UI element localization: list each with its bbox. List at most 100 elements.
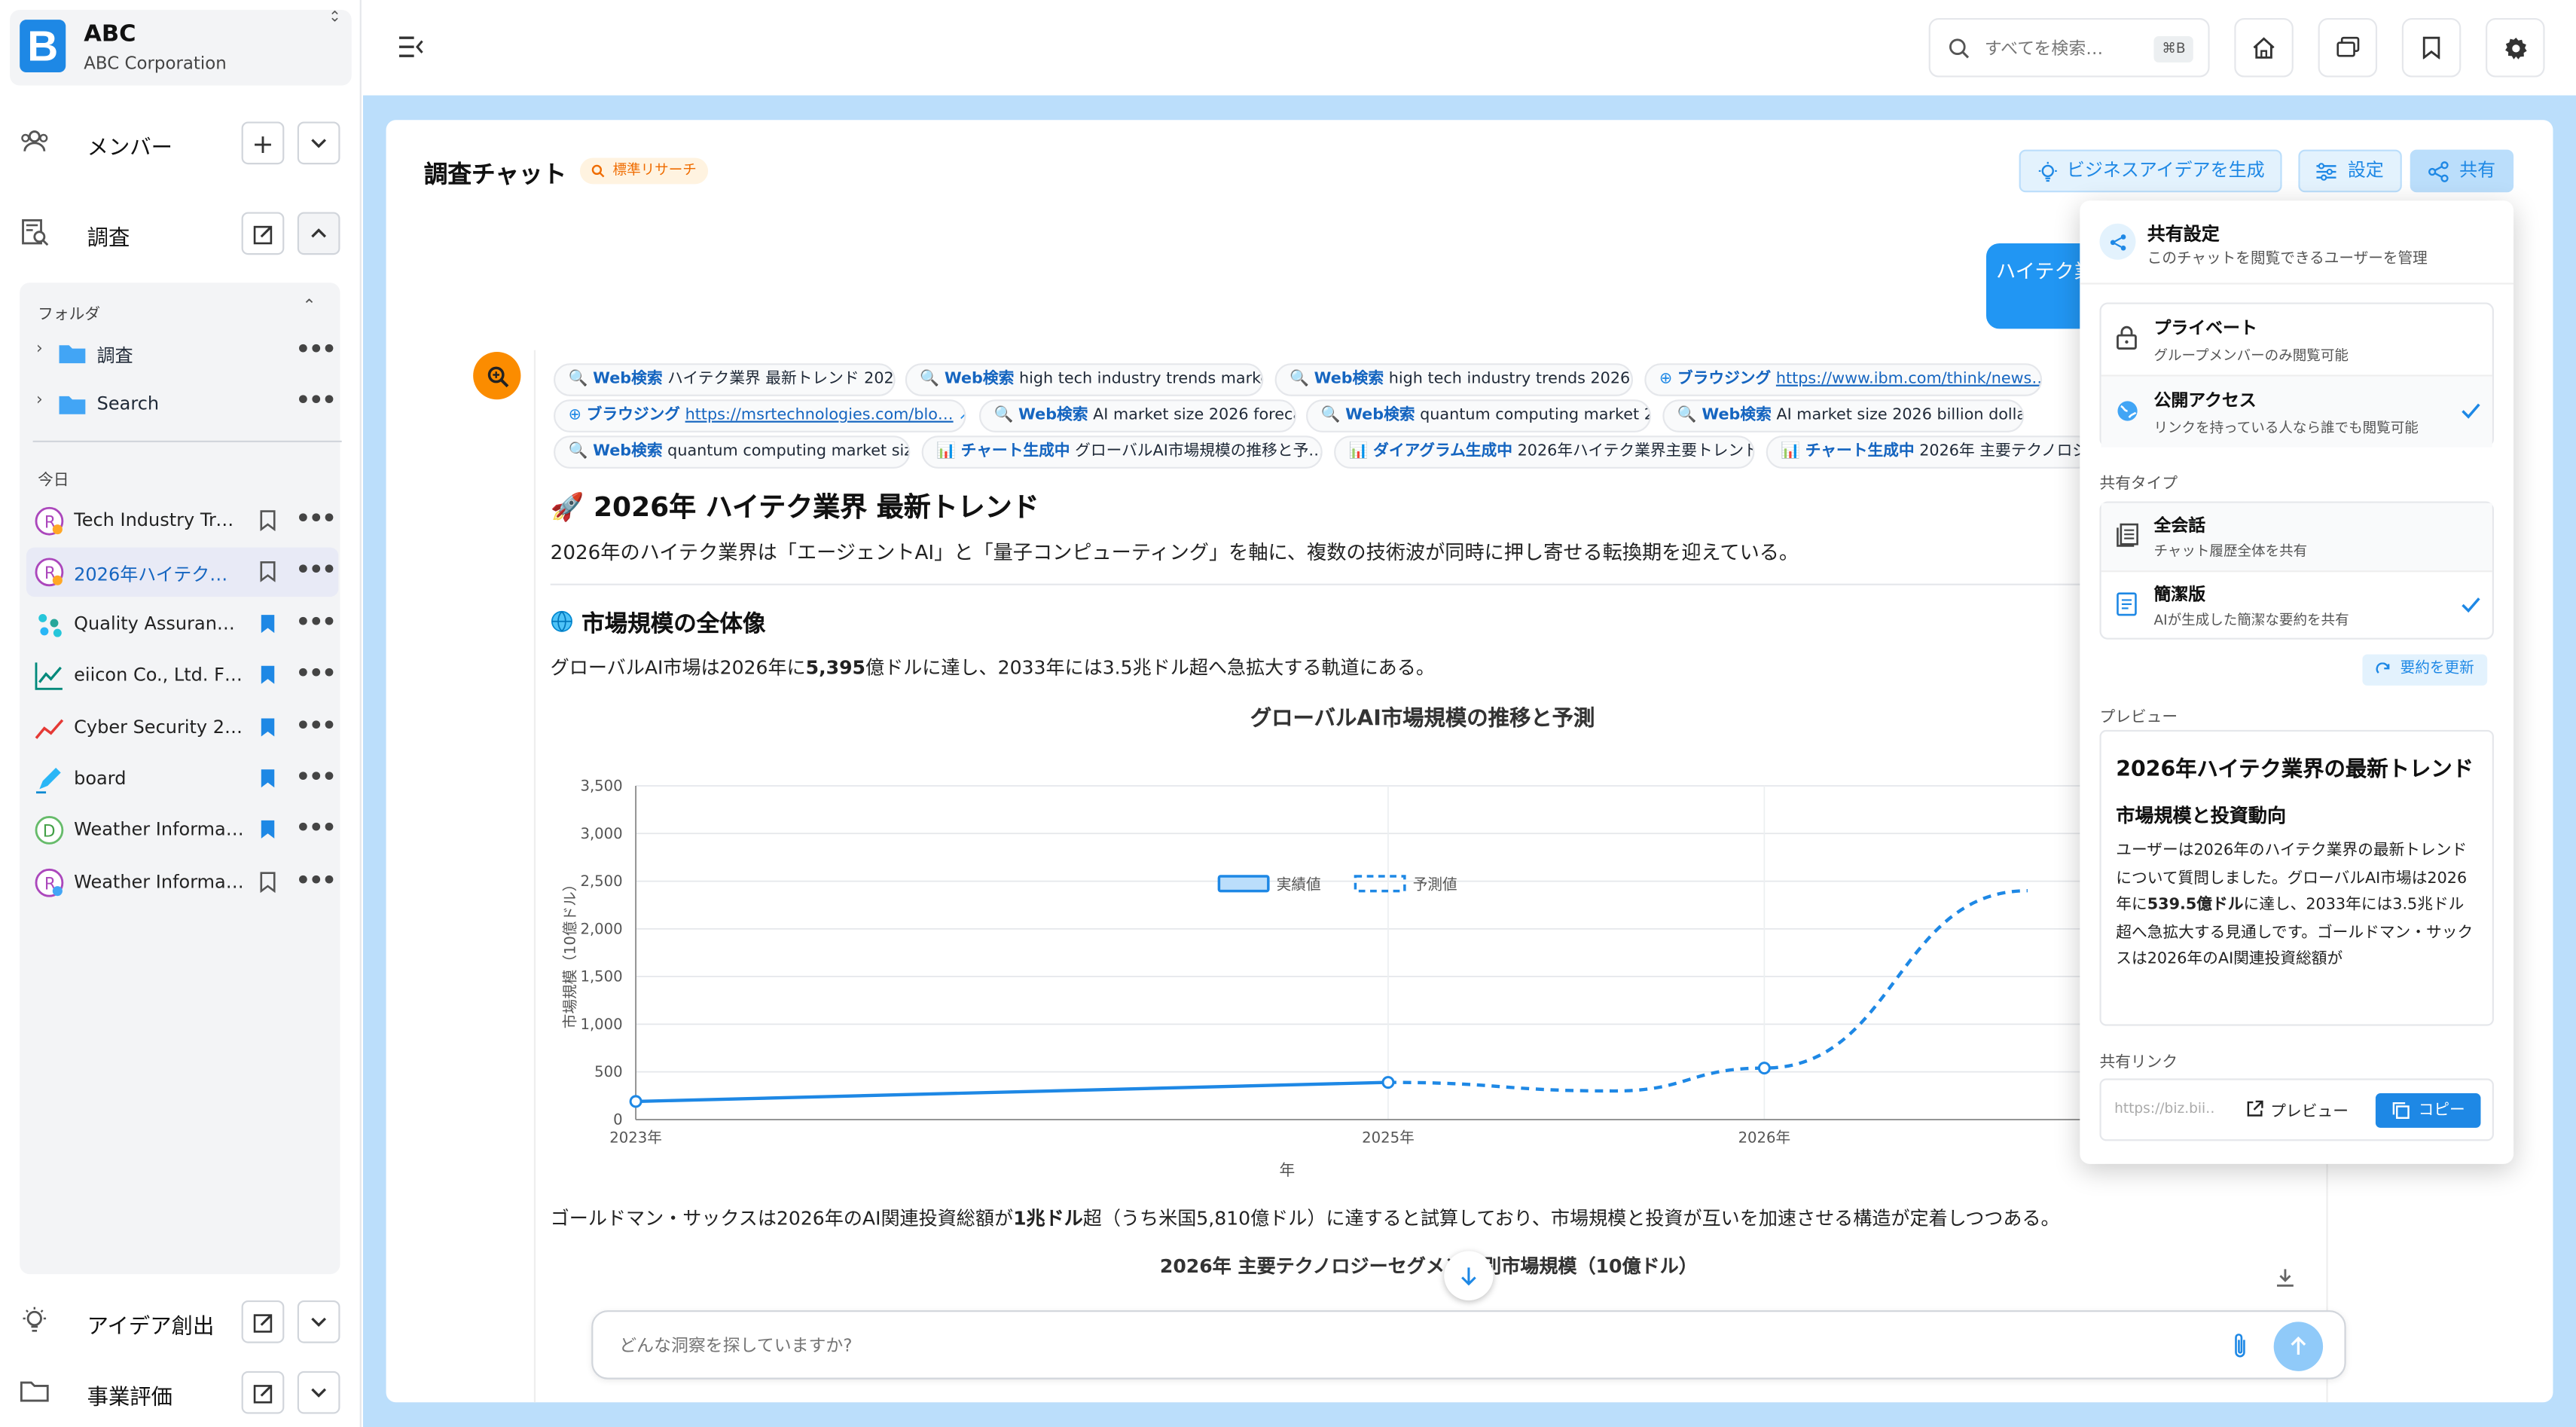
chart-chip[interactable]: 📊 チャート生成中 グローバルAI市場規模の推移と予…	[921, 435, 1323, 469]
toggle-sidebar-icon[interactable]	[398, 36, 424, 57]
tool-chip[interactable]: 🔍 Web検索 high tech industry trends market…	[905, 363, 1264, 396]
expand-ideas-button[interactable]	[297, 1300, 340, 1343]
sidebar-section-ideas[interactable]: アイデア創出	[0, 1289, 362, 1355]
history-item[interactable]: R Weather Informatio… •••	[26, 858, 338, 907]
chip-kind: Web検索	[1314, 369, 1384, 388]
mode-badge-label: 標準リサーチ	[612, 163, 697, 179]
chevron-right-icon: ›	[35, 391, 43, 410]
chip-kind: Web検索	[593, 442, 663, 460]
check-icon	[2462, 597, 2480, 613]
sidebar-section-research[interactable]: 調査	[0, 200, 362, 266]
download-icon[interactable]	[2275, 1267, 2295, 1287]
update-summary-button[interactable]: 要約を更新	[2362, 654, 2488, 686]
share-link-value[interactable]: https://biz.bii…	[2114, 1102, 2216, 1118]
add-member-button[interactable]: +	[241, 121, 285, 165]
new-idea-button[interactable]	[241, 1300, 285, 1343]
history-item[interactable]: R Tech Industry Trend… •••	[26, 497, 338, 545]
more-icon[interactable]: •••	[296, 868, 337, 894]
history-item[interactable]: board •••	[26, 755, 338, 804]
history-item[interactable]: eiicon Co., Ltd. FY2… •••	[26, 651, 338, 700]
folder-item[interactable]: › Search •••	[20, 383, 340, 426]
chip-link[interactable]: https://www.ibm.com/think/news…	[1776, 370, 2040, 388]
expand-members-button[interactable]	[297, 121, 340, 165]
global-search[interactable]: すべてを検索… ⌘B	[1928, 18, 2210, 78]
y-tick-label: 2,000	[580, 920, 622, 937]
history-name: board	[74, 768, 127, 790]
settings-button[interactable]	[2486, 18, 2545, 78]
history-item[interactable]: Quality Assurance … •••	[26, 600, 338, 649]
tool-chip[interactable]: 🔍 Web検索 quantum computing market size…	[554, 435, 911, 469]
chat-settings-button[interactable]: 設定	[2298, 149, 2402, 193]
share-button[interactable]: 共有	[2410, 149, 2514, 193]
send-button[interactable]	[2273, 1322, 2324, 1371]
tool-chip[interactable]: 🔍 Web検索 ハイテク業界 最新トレンド 2026	[554, 363, 896, 396]
collapse-org-icon[interactable]: ⌃ ⌄	[328, 10, 340, 43]
preview-link-button[interactable]: プレビュー	[2246, 1099, 2349, 1121]
chip-kind: ダイアグラム生成中	[1373, 442, 1512, 460]
research-avatar-icon: R	[35, 868, 64, 897]
tool-chip[interactable]: 🔍 Web検索 high tech industry trends 2026 A…	[1274, 363, 1634, 396]
legend-swatch-forecast	[1354, 875, 1406, 893]
history-item[interactable]: D Weather Informatio… •••	[26, 805, 338, 854]
folder-item[interactable]: › 調査 •••	[20, 332, 340, 375]
legend-label-actual: 実績値	[1277, 875, 1321, 893]
more-icon[interactable]: •••	[296, 765, 337, 791]
chart-chip[interactable]: 📊 チャート生成中 2026年 主要テクノロジー	[1766, 435, 2095, 469]
chat-input[interactable]	[619, 1330, 2197, 1363]
bookmark-filled-icon[interactable]	[260, 665, 276, 686]
option-label: 全会話	[2153, 516, 2206, 536]
bookmark-icon[interactable]	[260, 509, 276, 531]
mode-badge[interactable]: 標準リサーチ	[579, 157, 709, 185]
more-icon[interactable]: •••	[296, 714, 337, 740]
new-research-button[interactable]	[241, 212, 285, 255]
bookmark-icon[interactable]	[260, 561, 276, 582]
more-icon[interactable]: •••	[296, 337, 337, 363]
scroll-down-button[interactable]	[1444, 1251, 1494, 1300]
library-button[interactable]	[2318, 18, 2378, 78]
bookmark-filled-icon[interactable]	[260, 717, 276, 738]
share-title: 共有設定	[2147, 223, 2220, 246]
tool-chip[interactable]: 🔍 Web検索 AI market size 2026 forecast	[978, 399, 1296, 432]
globe-icon	[551, 610, 574, 634]
copy-link-button[interactable]: コピー	[2375, 1093, 2481, 1128]
collapse-research-button[interactable]	[297, 212, 340, 255]
more-icon[interactable]: •••	[296, 388, 337, 414]
bookmark-filled-icon[interactable]	[260, 613, 276, 634]
attach-icon[interactable]	[2231, 1331, 2249, 1359]
collapse-folders-icon[interactable]: ⌃	[302, 298, 316, 316]
more-icon[interactable]: •••	[296, 610, 337, 637]
history-item[interactable]: Cyber Security 2026 •••	[26, 704, 338, 753]
tool-chip[interactable]: 🔍 Web検索 quantum computing market 2026	[1305, 399, 1652, 432]
browse-chip[interactable]: ⊕ ブラウジング https://www.ibm.com/think/news……	[1644, 363, 2043, 396]
tool-chip[interactable]: 🔍 Web検索 AI market size 2026 billion doll…	[1662, 399, 2025, 432]
new-evaluation-button[interactable]	[241, 1370, 285, 1414]
more-icon[interactable]: •••	[296, 506, 337, 533]
browse-chip[interactable]: ⊕ ブラウジング https://msrtechnologies.com/blo…	[554, 399, 966, 432]
more-icon[interactable]: •••	[296, 661, 337, 687]
y-tick-label: 3,500	[580, 778, 622, 795]
chart-chip[interactable]: 📊 ダイアグラム生成中 2026年ハイテク業界主要トレンド	[1334, 435, 1755, 469]
market-paragraph: グローバルAI市場は2026年に5,395億ドルに達し、2033年には3.5兆ド…	[551, 654, 1435, 680]
chip-kind: ブラウジング	[586, 405, 681, 424]
home-button[interactable]	[2234, 18, 2294, 78]
type-full-option[interactable]: 全会話 チャット履歴全体を共有	[2101, 503, 2492, 571]
bookmark-filled-icon[interactable]	[260, 768, 276, 789]
users-icon	[21, 130, 48, 151]
generate-idea-button[interactable]: ビジネスアイデアを生成	[2019, 149, 2283, 193]
bookmark-filled-icon[interactable]	[260, 819, 276, 840]
sidebar-section-evaluation[interactable]: 事業評価	[0, 1360, 362, 1425]
chat-settings-label: 設定	[2347, 159, 2384, 182]
expand-evaluation-button[interactable]	[297, 1370, 340, 1414]
bookmark-icon[interactable]	[260, 871, 276, 893]
access-private-option[interactable]: プライベート グループメンバーのみ閲覧可能	[2101, 304, 2492, 375]
more-icon[interactable]: •••	[296, 815, 337, 842]
history-item-active[interactable]: R 2026年ハイテク業… •••	[26, 547, 339, 597]
sidebar-section-members[interactable]: メンバー +	[0, 110, 362, 176]
chip-link[interactable]: https://msrtechnologies.com/blo…	[685, 406, 954, 424]
bookmarks-button[interactable]	[2401, 18, 2462, 78]
chat-title: 調査チャット	[423, 163, 567, 189]
access-public-option[interactable]: 公開アクセス リンクを持っている人なら誰でも閲覧可能	[2101, 376, 2492, 448]
next-chart-title: 2026年 主要テクノロジーセグメント別市場規模（10億ドル）	[1159, 1254, 1698, 1278]
more-icon[interactable]: •••	[296, 558, 337, 584]
type-summary-option[interactable]: 簡潔版 AIが生成した簡潔な要約を共有	[2101, 572, 2492, 639]
